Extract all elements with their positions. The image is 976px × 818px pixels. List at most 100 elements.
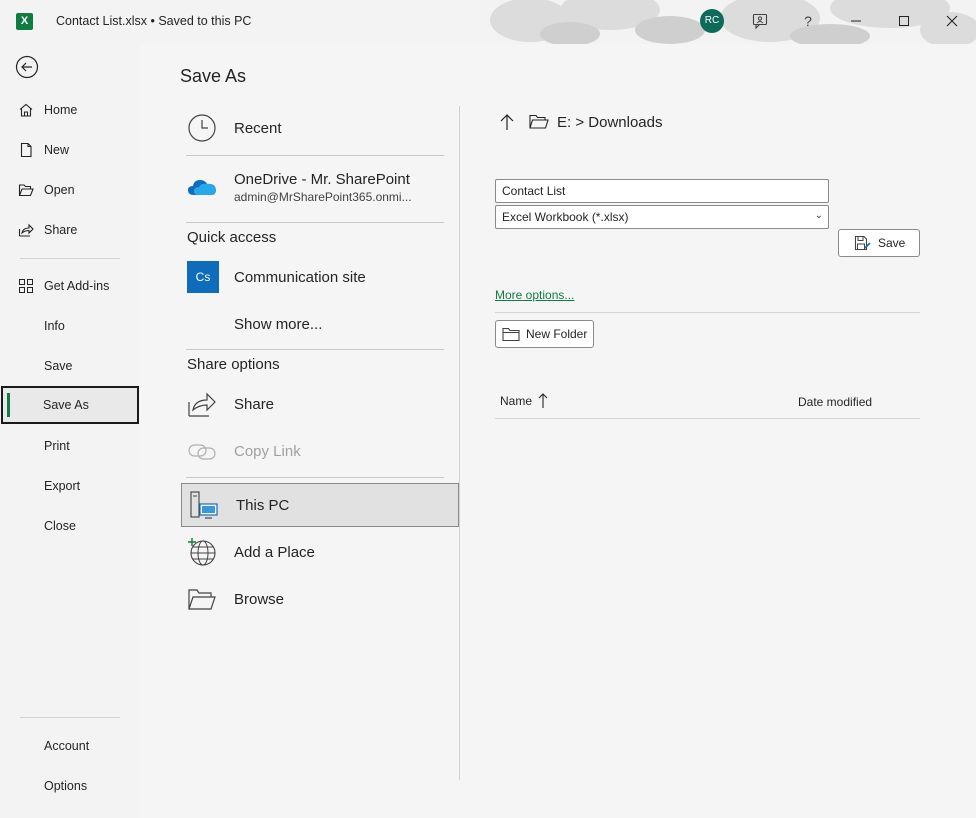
save-as-pane: Save As Recent OneDrive - Mr. SharePoint… bbox=[140, 44, 976, 818]
file-type-value: Excel Workbook (*.xlsx) bbox=[502, 210, 629, 224]
nav-item-label: Save bbox=[44, 359, 73, 373]
current-path[interactable]: E: > Downloads bbox=[557, 114, 662, 131]
location-divider bbox=[186, 349, 444, 350]
nav-item-share[interactable]: Share bbox=[4, 211, 138, 249]
nav-item-label: Close bbox=[44, 519, 76, 533]
up-arrow-icon bbox=[500, 114, 514, 130]
site-badge-icon: Cs bbox=[187, 261, 219, 293]
location-label: Add a Place bbox=[234, 543, 315, 561]
avatar[interactable]: RC bbox=[700, 9, 724, 33]
feedback-icon bbox=[752, 13, 768, 30]
nav-item-label: Save As bbox=[43, 398, 89, 412]
nav-item-label: New bbox=[44, 143, 70, 157]
onedrive-account: admin@MrSharePoint365.onmi... bbox=[234, 189, 412, 204]
column-header-label: Name bbox=[500, 394, 533, 408]
location-divider bbox=[186, 155, 444, 156]
location-divider bbox=[186, 222, 444, 223]
nav-item-new[interactable]: New bbox=[4, 131, 138, 169]
page-title: Save As bbox=[180, 66, 247, 86]
back-button[interactable] bbox=[15, 55, 39, 79]
new-folder-button[interactable]: New Folder bbox=[495, 320, 594, 348]
title-bar: X Contact List.xlsx • Saved to this PC R… bbox=[0, 0, 976, 44]
path-bar: E: > Downloads bbox=[495, 111, 662, 133]
new-folder-icon bbox=[502, 327, 520, 341]
nav-item-open[interactable]: Open bbox=[4, 171, 138, 209]
help-button[interactable]: ? bbox=[794, 8, 822, 34]
file-name-input[interactable]: Contact List bbox=[495, 179, 829, 203]
excel-icon: X bbox=[16, 13, 33, 30]
nav-item-save-as[interactable]: Save As bbox=[1, 386, 139, 424]
save-button-label: Save bbox=[878, 236, 906, 250]
column-header-name[interactable]: Name bbox=[500, 393, 548, 409]
location-add-a-place[interactable]: Add a Place bbox=[180, 530, 458, 574]
nav-item-info[interactable]: Info bbox=[4, 307, 138, 345]
location-label: Share bbox=[234, 395, 275, 413]
nav-item-save[interactable]: Save bbox=[4, 347, 138, 385]
help-icon: ? bbox=[804, 13, 812, 29]
share-icon bbox=[188, 392, 216, 417]
nav-item-close[interactable]: Close bbox=[4, 507, 138, 545]
nav-item-label: Export bbox=[44, 479, 81, 493]
open-folder-icon bbox=[18, 184, 34, 197]
more-options-link[interactable]: More options... bbox=[495, 288, 574, 302]
nav-item-print[interactable]: Print bbox=[4, 427, 138, 465]
options-divider bbox=[495, 312, 920, 313]
location-label: Browse bbox=[234, 590, 285, 608]
maximize-button[interactable] bbox=[890, 8, 918, 34]
back-arrow-icon bbox=[15, 55, 39, 79]
minimize-icon bbox=[851, 20, 861, 22]
nav-item-label: Info bbox=[44, 319, 65, 333]
nav-item-options[interactable]: Options bbox=[4, 767, 138, 805]
backstage-nav: Home New Open Share Get Add-ins Info Sav… bbox=[0, 44, 140, 818]
nav-item-label: Print bbox=[44, 439, 70, 453]
new-folder-label: New Folder bbox=[526, 327, 588, 341]
pane-divider bbox=[459, 106, 460, 780]
close-window-button[interactable] bbox=[938, 8, 966, 34]
location-label: OneDrive - Mr. SharePoint admin@MrShareP… bbox=[234, 171, 412, 204]
save-button[interactable]: Save bbox=[838, 229, 920, 257]
folder-icon bbox=[529, 114, 549, 129]
column-header-divider bbox=[495, 418, 920, 419]
feedback-button[interactable] bbox=[746, 8, 774, 34]
column-header-date-modified[interactable]: Date modified bbox=[798, 395, 872, 409]
home-icon bbox=[19, 103, 33, 117]
location-label: Communication site bbox=[234, 268, 366, 286]
nav-item-home[interactable]: Home bbox=[4, 91, 138, 129]
location-label: This PC bbox=[236, 496, 290, 514]
save-icon bbox=[854, 235, 871, 251]
share-options-heading: Share options bbox=[187, 356, 280, 373]
up-folder-button[interactable] bbox=[495, 111, 519, 133]
chevron-down-icon: ⌄ bbox=[814, 210, 823, 221]
location-label: Recent bbox=[234, 119, 282, 137]
onedrive-icon bbox=[188, 180, 216, 195]
clock-icon bbox=[188, 114, 216, 142]
nav-item-get-add-ins[interactable]: Get Add-ins bbox=[4, 267, 138, 305]
onedrive-title: OneDrive - Mr. SharePoint bbox=[234, 170, 410, 188]
minimize-button[interactable] bbox=[842, 8, 870, 34]
location-communication-site[interactable]: Cs Communication site bbox=[180, 255, 458, 299]
globe-add-icon bbox=[188, 538, 216, 566]
folder-icon bbox=[188, 589, 216, 610]
nav-divider bbox=[20, 258, 120, 259]
file-type-select[interactable]: Excel Workbook (*.xlsx) ⌄ bbox=[495, 205, 829, 229]
link-icon bbox=[188, 444, 216, 460]
copy-link-option[interactable]: Copy Link bbox=[180, 429, 458, 473]
maximize-icon bbox=[899, 16, 909, 26]
nav-item-label: Get Add-ins bbox=[44, 279, 110, 293]
location-browse[interactable]: Browse bbox=[180, 577, 458, 621]
nav-item-label: Share bbox=[44, 223, 78, 237]
show-more-link[interactable]: Show more... bbox=[180, 302, 458, 346]
nav-item-account[interactable]: Account bbox=[4, 727, 138, 765]
location-onedrive[interactable]: OneDrive - Mr. SharePoint admin@MrShareP… bbox=[180, 160, 458, 214]
quick-access-heading: Quick access bbox=[187, 229, 277, 246]
sort-ascending-icon bbox=[538, 393, 548, 408]
nav-item-export[interactable]: Export bbox=[4, 467, 138, 505]
location-recent[interactable]: Recent bbox=[180, 106, 458, 150]
location-this-pc[interactable]: This PC bbox=[181, 483, 459, 527]
location-divider bbox=[186, 477, 444, 478]
new-document-icon bbox=[20, 142, 32, 158]
nav-item-label: Options bbox=[44, 779, 88, 793]
share-option[interactable]: Share bbox=[180, 382, 458, 426]
computer-icon bbox=[190, 491, 218, 519]
nav-divider bbox=[20, 717, 120, 718]
